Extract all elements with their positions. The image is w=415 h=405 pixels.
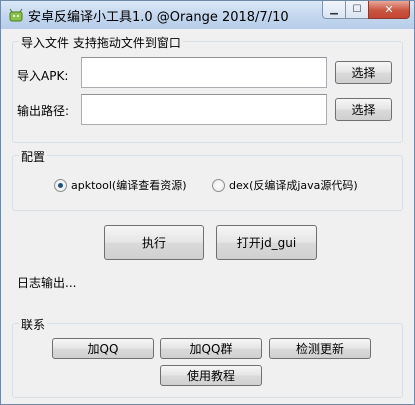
add-qq-button[interactable]: 加QQ (52, 338, 154, 359)
client-area: 导入文件 支持拖动文件到窗口 导入APK: 选择 输出路径: 选择 配置 apk… (7, 29, 408, 400)
maximize-button[interactable]: ☐ (345, 1, 369, 19)
radio-selected-icon (54, 178, 67, 192)
close-button[interactable]: ✕ (368, 1, 410, 19)
output-path-input[interactable] (81, 94, 327, 125)
title-bar[interactable]: 安卓反编译小工具1.0 @Orange 2018/7/10 ▁ ☐ ✕ (1, 1, 414, 29)
tutorial-button[interactable]: 使用教程 (160, 365, 262, 386)
app-window: 安卓反编译小工具1.0 @Orange 2018/7/10 ▁ ☐ ✕ 导入文件… (0, 0, 415, 405)
config-group-title: 配置 (19, 148, 48, 165)
apk-label: 导入APK: (17, 69, 69, 83)
contact-group-title: 联系 (19, 316, 48, 333)
close-icon: ✕ (384, 3, 394, 16)
minimize-button[interactable]: ▁ (322, 1, 346, 19)
open-jdgui-button[interactable]: 打开jd_gui (216, 225, 317, 260)
log-output: 日志输出... (17, 276, 77, 290)
check-update-button[interactable]: 检测更新 (269, 338, 371, 359)
maximize-icon: ☐ (352, 4, 362, 15)
apk-input[interactable] (81, 57, 327, 88)
app-icon (9, 8, 23, 22)
apk-browse-button[interactable]: 选择 (335, 61, 392, 84)
add-qq-group-button[interactable]: 加QQ群 (160, 338, 262, 359)
window-title: 安卓反编译小工具1.0 @Orange 2018/7/10 (28, 10, 289, 25)
radio-apktool[interactable]: apktool(编译查看资源) (54, 177, 187, 193)
minimize-icon: ▁ (330, 4, 338, 15)
radio-unselected-icon (212, 178, 225, 192)
execute-button[interactable]: 执行 (104, 225, 204, 260)
radio-dex-label: dex(反编译成java源代码) (229, 179, 358, 192)
contact-group: 联系 (12, 316, 403, 398)
import-group-title: 导入文件 支持拖动文件到窗口 (19, 34, 183, 51)
output-browse-button[interactable]: 选择 (335, 98, 392, 121)
output-path-label: 输出路径: (17, 104, 70, 118)
radio-apktool-label: apktool(编译查看资源) (71, 179, 187, 192)
radio-dex[interactable]: dex(反编译成java源代码) (212, 177, 358, 193)
